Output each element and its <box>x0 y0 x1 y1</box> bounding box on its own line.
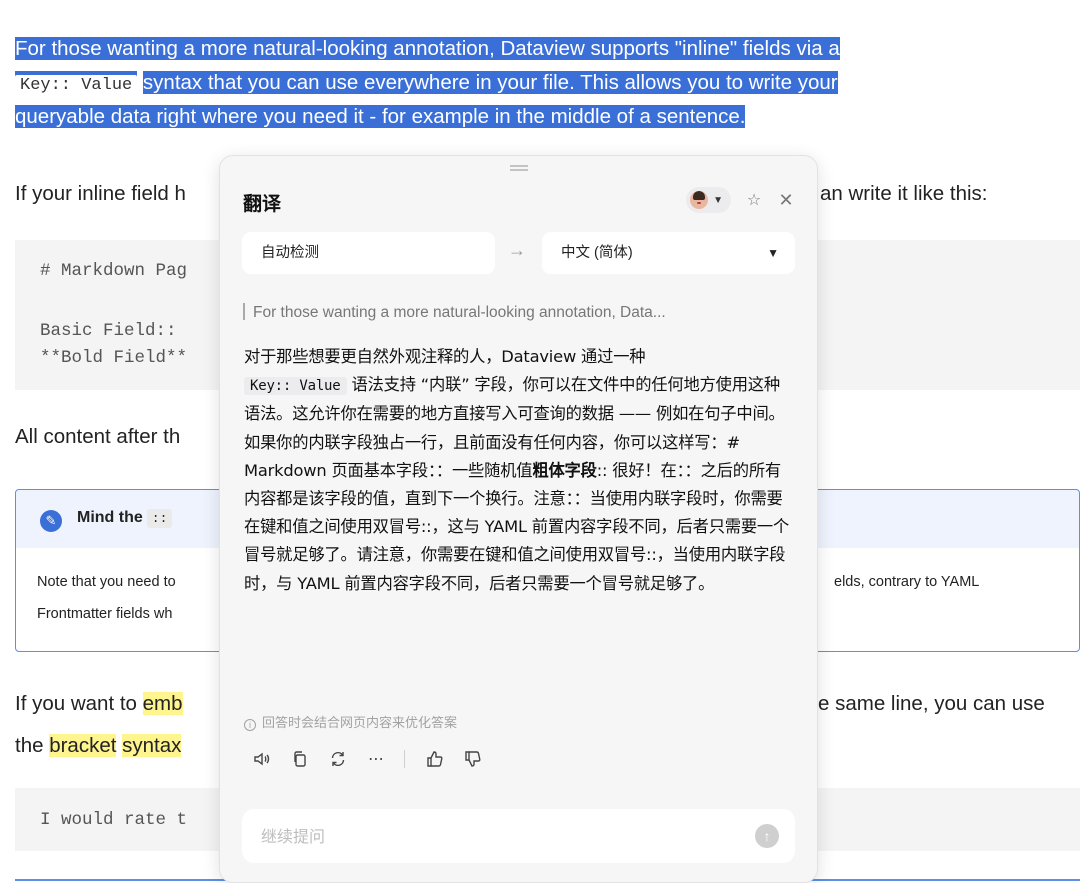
search-highlight: emb <box>142 692 183 715</box>
paragraph-embed-line1-right: e same line, you can use <box>818 692 1045 715</box>
selected-text: syntax that you can use everywhere in yo… <box>142 71 838 94</box>
target-language-select[interactable]: 中文 (简体) ▼ <box>542 232 795 274</box>
popup-controls: ▼ ☆ ✕ <box>686 186 795 214</box>
chevron-down-icon: ▼ <box>713 194 723 206</box>
user-avatar-icon <box>690 191 709 209</box>
search-highlight: bracket <box>49 734 117 757</box>
close-icon[interactable]: ✕ <box>777 190 795 211</box>
speaker-icon[interactable] <box>250 747 274 771</box>
quote-bar <box>243 303 245 320</box>
followup-box: ↑ <box>242 809 795 863</box>
selected-text: For those wanting a more natural-looking… <box>15 37 840 60</box>
send-icon[interactable]: ↑ <box>755 824 779 848</box>
info-icon: i <box>244 719 256 731</box>
pin-icon[interactable]: ☆ <box>745 190 763 210</box>
followup-input[interactable] <box>261 809 731 863</box>
translation-result: 对于那些想要更自然外观注释的人，Dataview 通过一种 Key:: Valu… <box>244 347 790 593</box>
paragraph-own-line-right: an write it like this: <box>820 182 988 205</box>
copy-icon[interactable] <box>288 747 312 771</box>
more-icon[interactable]: ⋯ <box>364 747 388 771</box>
paragraph-embed-line1: If you want to emb <box>15 692 183 715</box>
paragraph-all-content: All content after th <box>15 425 181 448</box>
search-highlight: syntax <box>122 734 182 757</box>
inline-code: Key:: Value <box>15 75 138 96</box>
pencil-icon: ✎ <box>40 510 62 532</box>
refresh-icon[interactable] <box>326 747 350 771</box>
callout-body-line1-left: Note that you need to <box>37 574 176 590</box>
chevron-down-icon: ▼ <box>767 246 779 260</box>
inline-code: Key:: Value <box>244 377 347 396</box>
bold-text: 粗体字段 <box>532 460 597 480</box>
source-language-select[interactable]: 自动检测 <box>242 232 495 274</box>
callout-title: Mind the:: <box>77 509 173 528</box>
language-row: 自动检测 → 中文 (简体) ▼ <box>242 232 795 274</box>
paragraph-inline-fields-line3: queryable data right where you need it -… <box>15 100 746 134</box>
paragraph-own-line-left: If your inline field h <box>15 182 186 205</box>
callout-body-line2-left: Frontmatter fields wh <box>37 606 173 622</box>
paragraph-inline-fields-line1: For those wanting a more natural-looking… <box>15 32 840 66</box>
info-note: i 回答时会结合网页内容来优化答案 <box>244 712 457 731</box>
arrow-right-icon: → <box>508 240 526 260</box>
translate-popup: 翻译 ▼ ☆ ✕ 自动检测 → 中文 (简体) ▼ For those want… <box>219 155 818 883</box>
popup-title: 翻译 <box>243 194 282 215</box>
divider <box>404 750 405 768</box>
callout-body-line1-right: elds, contrary to YAML <box>834 574 980 590</box>
source-text-preview: For those wanting a more natural-looking… <box>243 303 798 322</box>
model-selector-button[interactable]: ▼ <box>686 187 731 213</box>
thumbs-down-icon[interactable] <box>461 747 485 771</box>
paragraph-embed-line2: the bracket syntax <box>15 734 182 757</box>
paragraph-inline-fields-line2: Key:: Value syntax that you can use ever… <box>15 66 838 103</box>
thumbs-up-icon[interactable] <box>423 747 447 771</box>
drag-handle[interactable] <box>510 165 528 171</box>
action-bar: ⋯ <box>250 746 499 772</box>
selected-text: queryable data right where you need it -… <box>15 105 746 128</box>
